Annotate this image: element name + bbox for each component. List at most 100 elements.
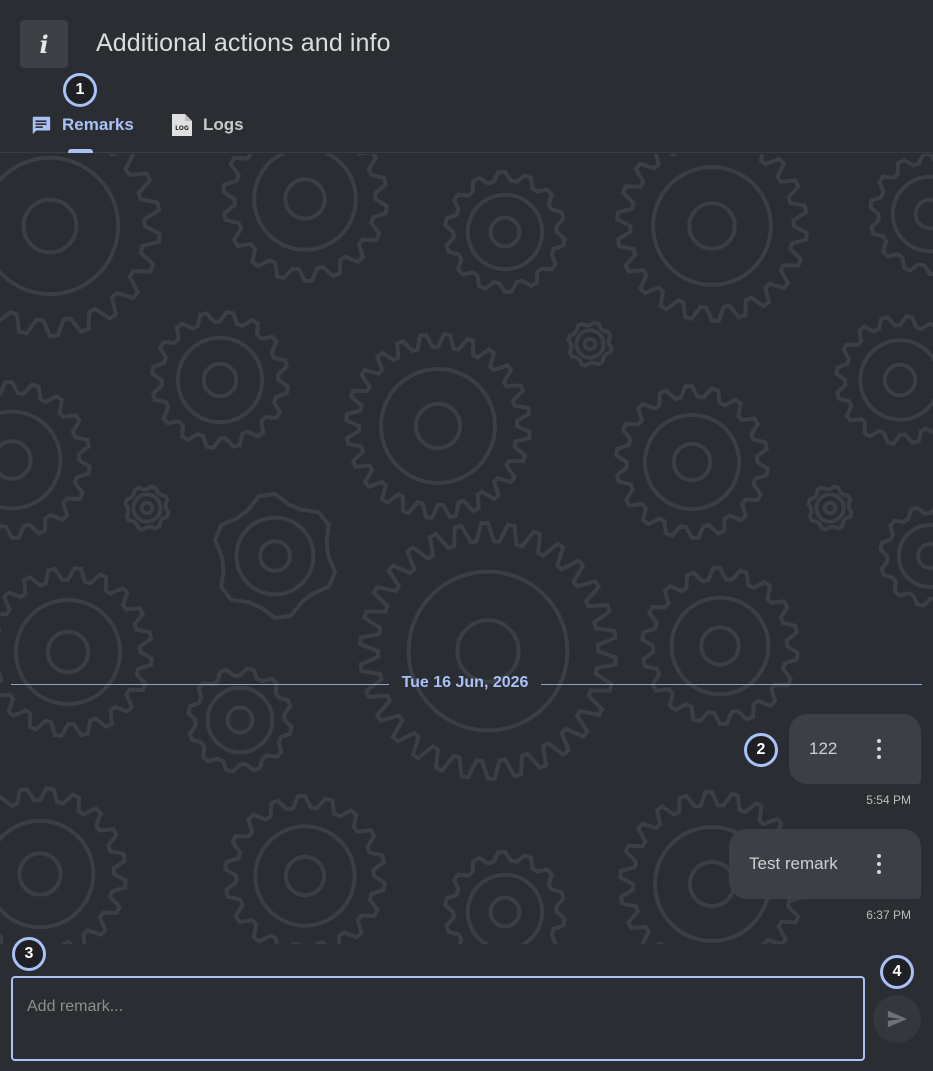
gear-shape xyxy=(615,154,809,324)
gear-outline xyxy=(0,566,154,738)
gear-hub xyxy=(882,362,918,398)
tab-remarks[interactable]: Remarks xyxy=(30,112,134,138)
remark-timestamp: 6:37 PM xyxy=(866,908,911,922)
gear-ring xyxy=(252,154,358,252)
gear-ring xyxy=(465,872,545,944)
gear-shape xyxy=(358,520,618,782)
send-button[interactable] xyxy=(873,995,921,1043)
tab-remarks-label: Remarks xyxy=(62,115,134,134)
info-icon-glyph: i xyxy=(39,29,49,59)
gear-outline xyxy=(358,520,618,782)
more-vert-icon[interactable] xyxy=(867,739,891,759)
gear-ring xyxy=(858,338,933,422)
gear-shape xyxy=(223,793,387,944)
gear-hub xyxy=(671,441,713,483)
gear-ring xyxy=(131,492,163,524)
remarks-thread[interactable]: Tue 16 Jun, 2026 122 5:54 PM Test remark… xyxy=(0,154,933,944)
gear-shape xyxy=(640,565,800,727)
gear-hub xyxy=(488,895,522,929)
gear-shape xyxy=(443,849,567,944)
gear-hub xyxy=(913,197,933,231)
gear-outline xyxy=(614,383,770,541)
gear-hub xyxy=(139,500,155,516)
gear-outline xyxy=(344,332,532,520)
gear-ring xyxy=(642,412,742,512)
gear-hub xyxy=(455,618,521,684)
date-separator: Tue 16 Jun, 2026 xyxy=(11,674,922,696)
gear-background-pattern xyxy=(0,154,933,944)
gear-shape xyxy=(123,484,171,532)
gear-shape xyxy=(806,484,854,532)
tab-logs-label: Logs xyxy=(203,115,244,134)
date-separator-line-right xyxy=(541,684,922,685)
active-tab-indicator xyxy=(68,149,93,153)
gear-hub xyxy=(413,401,463,451)
more-vert-icon[interactable] xyxy=(867,854,891,874)
date-separator-label: Tue 16 Jun, 2026 xyxy=(401,674,529,691)
gear-ring xyxy=(465,192,545,272)
gear-ring xyxy=(574,328,606,360)
gear-ring xyxy=(651,165,773,287)
gear-hub xyxy=(822,500,838,516)
gear-hub xyxy=(687,859,737,909)
gear-shape xyxy=(0,379,92,541)
gear-hub xyxy=(201,361,239,399)
gear-shape xyxy=(878,505,933,608)
gear-hub xyxy=(17,851,63,897)
svg-text:LOG: LOG xyxy=(175,125,189,132)
callout-marker: 4 xyxy=(880,955,914,989)
add-remark-input[interactable] xyxy=(11,976,865,1061)
gear-shape xyxy=(0,786,128,944)
message-icon xyxy=(32,116,51,135)
gear-shape xyxy=(443,169,567,295)
gear-shape xyxy=(0,566,154,738)
gear-outline xyxy=(868,154,933,277)
gear-shape xyxy=(834,314,933,446)
callout-marker: 1 xyxy=(63,73,97,107)
gear-hub xyxy=(258,539,292,573)
remark-text: 122 xyxy=(809,739,838,758)
gear-hub xyxy=(582,336,598,352)
info-icon: i xyxy=(20,20,68,68)
callout-marker: 3 xyxy=(12,937,46,971)
gear-hub xyxy=(225,705,255,735)
gear-outline xyxy=(640,565,800,727)
gear-ring xyxy=(890,174,933,254)
send-icon xyxy=(887,1010,908,1028)
gear-shape xyxy=(212,491,338,621)
gear-ring xyxy=(406,569,570,733)
date-separator-line-left xyxy=(11,684,389,685)
gear-shape xyxy=(0,154,162,339)
gear-hub xyxy=(699,625,741,667)
gear-shape xyxy=(614,383,770,541)
gear-outline xyxy=(150,310,290,450)
gear-shape xyxy=(344,332,532,520)
gear-shape xyxy=(868,154,933,277)
gear-hub xyxy=(687,201,737,251)
tab-bar: Remarks LOG Logs xyxy=(0,100,933,153)
gear-outline xyxy=(0,379,92,541)
gear-ring xyxy=(814,492,846,524)
gear-shape xyxy=(150,310,290,450)
remark-text: Test remark xyxy=(749,854,838,873)
gear-hub xyxy=(21,197,79,255)
gear-hub xyxy=(0,439,33,481)
remark-timestamp: 5:54 PM xyxy=(866,793,911,807)
gear-outline xyxy=(443,169,567,295)
gear-outline xyxy=(223,793,387,944)
gear-ring xyxy=(205,685,275,755)
gear-outline xyxy=(212,491,338,621)
gear-ring xyxy=(0,818,96,930)
remark-bubble[interactable]: 122 xyxy=(789,714,921,784)
gear-ring xyxy=(379,367,497,485)
gear-ring xyxy=(234,515,316,597)
gear-ring xyxy=(253,824,357,928)
remark-bubble[interactable]: Test remark xyxy=(729,829,921,899)
log-file-icon: LOG xyxy=(172,114,192,136)
gear-shape xyxy=(566,320,614,368)
panel-title: Additional actions and info xyxy=(96,29,391,57)
gear-hub xyxy=(488,215,522,249)
tab-logs[interactable]: LOG Logs xyxy=(171,112,244,138)
gear-hub xyxy=(916,542,933,570)
gear-outline xyxy=(0,154,162,339)
